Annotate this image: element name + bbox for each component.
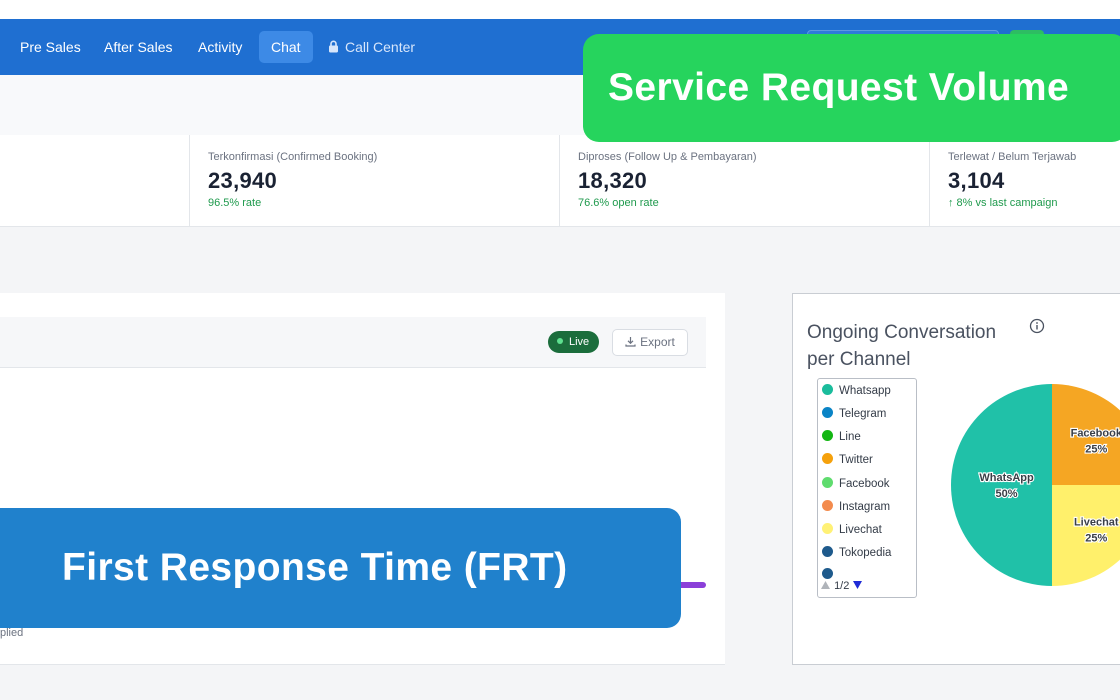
- legend-dot-icon: [822, 384, 833, 395]
- legend-item[interactable]: Tokopedia: [822, 546, 891, 559]
- stat-label: Terlewat / Belum Terjawab: [948, 151, 1077, 163]
- export-label: Export: [640, 335, 675, 349]
- stat-sub: 76.6% open rate: [578, 197, 659, 209]
- legend-label: Livechat: [839, 524, 882, 536]
- nav-chat[interactable]: Chat: [259, 31, 313, 63]
- nav-activity[interactable]: Activity: [186, 31, 254, 63]
- live-dot-icon: [557, 338, 563, 344]
- lock-icon: [329, 40, 338, 53]
- legend-dot-icon: [822, 453, 833, 464]
- panel-title: Ongoing Conversation per Channel: [807, 322, 997, 370]
- footnote: plied: [0, 627, 24, 639]
- legend-label: Telegram: [839, 408, 887, 420]
- legend-item[interactable]: Instagram: [822, 500, 890, 513]
- panel-header: Live Export: [0, 317, 706, 368]
- legend-dot-icon: [822, 523, 833, 534]
- legend-item[interactable]: Line: [822, 430, 861, 443]
- legend-label: Facebook: [839, 478, 890, 490]
- legend-item[interactable]: Whatsapp: [822, 384, 891, 397]
- stat-value: 18,320: [578, 168, 648, 193]
- stat-value: 3,104: [948, 168, 1005, 193]
- legend-dot-icon: [822, 568, 833, 579]
- nav-pre-sales[interactable]: Pre Sales: [8, 31, 93, 63]
- nav-call-center[interactable]: Call Center: [316, 31, 427, 63]
- nav-after-sales[interactable]: After Sales: [92, 31, 184, 63]
- live-label: Live: [569, 336, 590, 348]
- pager-text: 1/2: [834, 580, 850, 592]
- chart-legend: Whatsapp Telegram Line Twitter Facebook …: [817, 378, 917, 598]
- stat-sub: 96.5% rate: [208, 197, 262, 209]
- download-icon: [625, 337, 636, 347]
- stat-label: Terkonfirmasi (Confirmed Booking): [208, 151, 378, 163]
- legend-pager: 1/2: [820, 580, 863, 592]
- legend-dot-icon: [822, 477, 833, 488]
- export-button[interactable]: Export: [612, 329, 688, 356]
- legend-dot-icon: [822, 407, 833, 418]
- pie-chart: WhatsApp 50% Facebook 25% Livechat 25%: [951, 384, 1120, 586]
- stat-label: Diproses (Follow Up & Pembayaran): [578, 151, 757, 163]
- legend-dot-icon: [822, 546, 833, 557]
- legend-item[interactable]: Facebook: [822, 477, 890, 490]
- legend-label: Whatsapp: [839, 385, 891, 397]
- pie-label: Livechat: [1074, 516, 1119, 528]
- legend-dot-icon: [822, 430, 833, 441]
- pie-percent-label: 50%: [996, 488, 1018, 500]
- top-strip: [0, 0, 1120, 19]
- page-up-icon[interactable]: [820, 580, 831, 590]
- legend-label: Twitter: [839, 454, 873, 466]
- legend-dot-icon: [822, 500, 833, 511]
- pie-percent-label: 25%: [1085, 532, 1107, 544]
- legend-item[interactable]: Twitter: [822, 453, 873, 466]
- pie-percent-label: 25%: [1085, 444, 1107, 456]
- nav-call-center-label: Call Center: [345, 39, 416, 55]
- stat-sub: ↑ 8% vs last campaign: [948, 197, 1058, 209]
- legend-item[interactable]: Livechat: [822, 523, 882, 536]
- page-down-icon[interactable]: [852, 580, 863, 590]
- stat-card-confirmed: Terkonfirmasi (Confirmed Booking) 23,940…: [189, 135, 560, 227]
- legend-label: Line: [839, 431, 861, 443]
- stat-card-missed: Terlewat / Belum Terjawab 3,104 ↑ 8% vs …: [929, 135, 1120, 227]
- legend-label: Instagram: [839, 501, 891, 513]
- pie-label: Facebook: [1071, 428, 1120, 440]
- stat-card-processed: Diproses (Follow Up & Pembayaran) 18,320…: [559, 135, 930, 227]
- stat-value: 23,940: [208, 168, 278, 193]
- channel-panel: Ongoing Conversation per Channel Whatsap…: [792, 293, 1120, 665]
- legend-item[interactable]: Telegram: [822, 407, 886, 420]
- live-badge: Live: [548, 331, 600, 353]
- pie-label: WhatsApp: [979, 472, 1034, 484]
- stats-row: Terkonfirmasi (Confirmed Booking) 23,940…: [0, 135, 1120, 227]
- callout-first-response-time: First Response Time (FRT): [0, 508, 681, 628]
- info-icon[interactable]: [1029, 318, 1045, 334]
- legend-label: Tokopedia: [839, 547, 892, 559]
- pie-slice-whatsapp[interactable]: [951, 384, 1052, 586]
- callout-service-request-volume: Service Request Volume: [583, 34, 1120, 142]
